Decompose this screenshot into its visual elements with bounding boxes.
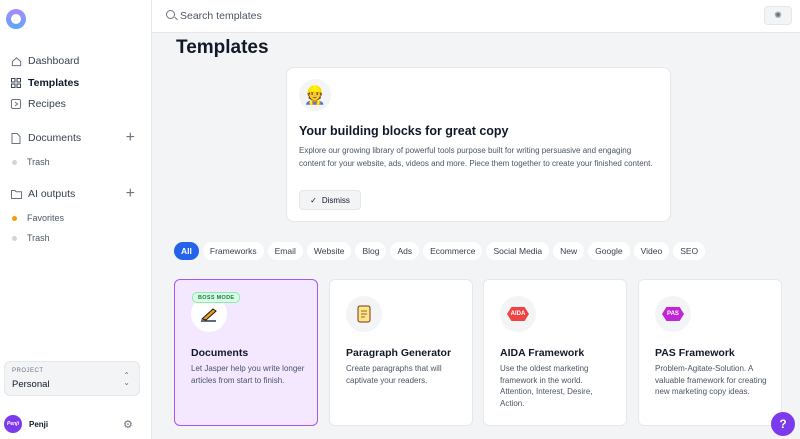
folder-icon [10, 188, 22, 200]
sidebar-item-favorites[interactable]: Favorites [12, 211, 64, 225]
welcome-card: 👷 Your building blocks for great copy Ex… [286, 67, 671, 222]
sidebar-item-label: AI outputs [28, 188, 76, 200]
lightbulb-icon[interactable]: ✺ [764, 6, 792, 25]
gear-icon[interactable]: ⚙ [123, 418, 133, 431]
filter-chip-video[interactable]: Video [633, 242, 670, 260]
recipe-icon [10, 98, 22, 110]
sidebar-item-documents[interactable]: Documents [10, 129, 81, 147]
scroll-icon [346, 296, 382, 332]
template-card-aida-framework[interactable]: AIDA AIDA Framework Use the oldest marke… [483, 279, 627, 426]
search-icon [166, 10, 175, 19]
card-description: Problem-Agitate-Solution. A valuable fra… [655, 364, 767, 396]
project-value: Personal [12, 379, 50, 390]
filter-chip-ads[interactable]: Ads [390, 242, 420, 260]
template-card-documents[interactable]: BOSS MODE Documents Let Jasper help you … [174, 279, 318, 426]
template-card-pas-framework[interactable]: PAS PAS Framework Problem-Agitate-Soluti… [638, 279, 782, 426]
sidebar-item-dashboard[interactable]: Dashboard [10, 52, 79, 70]
sidebar-item-label: Templates [28, 77, 80, 89]
sidebar-item-label: Trash [27, 157, 50, 167]
pas-icon: PAS [662, 307, 684, 321]
filter-chip-google[interactable]: Google [588, 242, 630, 260]
filter-chip-blog[interactable]: Blog [355, 242, 387, 260]
document-icon [10, 132, 22, 144]
pas-icon-wrapper: PAS [655, 296, 691, 332]
card-title: Paragraph Generator [346, 347, 452, 359]
help-button[interactable]: ? [771, 412, 795, 436]
template-card-paragraph-generator[interactable]: Paragraph Generator Create paragraphs th… [329, 279, 473, 426]
sidebar-item-ai-trash[interactable]: Trash [12, 231, 50, 245]
avatar: Penji [4, 415, 22, 433]
add-ai-output-plus-icon[interactable]: + [126, 186, 135, 202]
sidebar-item-label: Documents [28, 132, 82, 144]
topbar: ✺ [152, 0, 800, 33]
aida-icon-wrapper: AIDA [500, 296, 536, 332]
bullet-icon [12, 159, 17, 165]
sidebar-item-label: Trash [27, 233, 50, 243]
filter-chip-new[interactable]: New [553, 242, 585, 260]
sidebar-item-ai-outputs[interactable]: AI outputs [10, 185, 75, 203]
user-profile[interactable]: Penji Penji [4, 415, 48, 433]
page-title: Templates [176, 37, 269, 58]
sidebar-item-label: Dashboard [28, 55, 80, 67]
chevron-up-down-icon: ⌃ ⌄ [123, 371, 130, 387]
sidebar: Dashboard Templates Recipes Documents + … [0, 0, 152, 439]
filter-chip-email[interactable]: Email [267, 242, 303, 260]
filter-chip-website[interactable]: Website [306, 242, 352, 260]
sidebar-item-label: Recipes [28, 98, 66, 110]
sidebar-item-recipes[interactable]: Recipes [10, 95, 66, 113]
worker-emoji-icon: 👷 [299, 79, 331, 111]
welcome-body: Explore our growing library of powerful … [299, 146, 653, 168]
card-description: Use the oldest marketing framework in th… [500, 364, 593, 408]
user-name: Penji [29, 419, 49, 429]
bullet-icon [12, 215, 17, 221]
search-input[interactable] [180, 8, 480, 24]
check-icon: ✓ [310, 195, 317, 205]
dismiss-button[interactable]: ✓ Dismiss [299, 190, 361, 210]
boss-mode-badge: BOSS MODE [192, 292, 241, 303]
filter-chips: All Frameworks Email Website Blog Ads Ec… [174, 242, 706, 260]
card-title: Documents [191, 347, 249, 359]
sidebar-item-label: Favorites [27, 213, 65, 223]
project-selector[interactable]: PROJECT Personal ⌃ ⌄ [4, 361, 140, 396]
aida-icon: AIDA [507, 307, 529, 321]
add-document-plus-icon[interactable]: + [126, 130, 135, 146]
card-title: PAS Framework [655, 347, 735, 359]
dismiss-label: Dismiss [321, 195, 350, 205]
card-description: Let Jasper help you write longer article… [191, 364, 305, 385]
filter-chip-frameworks[interactable]: Frameworks [202, 242, 264, 260]
card-title: AIDA Framework [500, 347, 585, 359]
filter-chip-all[interactable]: All [174, 242, 199, 260]
filter-chip-social-media[interactable]: Social Media [486, 242, 550, 260]
jasper-logo-icon[interactable] [6, 9, 26, 29]
grid-icon [10, 77, 22, 89]
project-label: PROJECT [12, 368, 44, 374]
sidebar-item-documents-trash[interactable]: Trash [12, 155, 50, 169]
welcome-heading: Your building blocks for great copy [299, 124, 509, 138]
bullet-icon [12, 235, 17, 241]
card-description: Create paragraphs that will captivate yo… [346, 364, 442, 385]
filter-chip-seo[interactable]: SEO [673, 242, 706, 260]
sidebar-item-templates[interactable]: Templates [10, 74, 79, 92]
filter-chip-ecommerce[interactable]: Ecommerce [423, 242, 483, 260]
home-icon [10, 55, 22, 67]
